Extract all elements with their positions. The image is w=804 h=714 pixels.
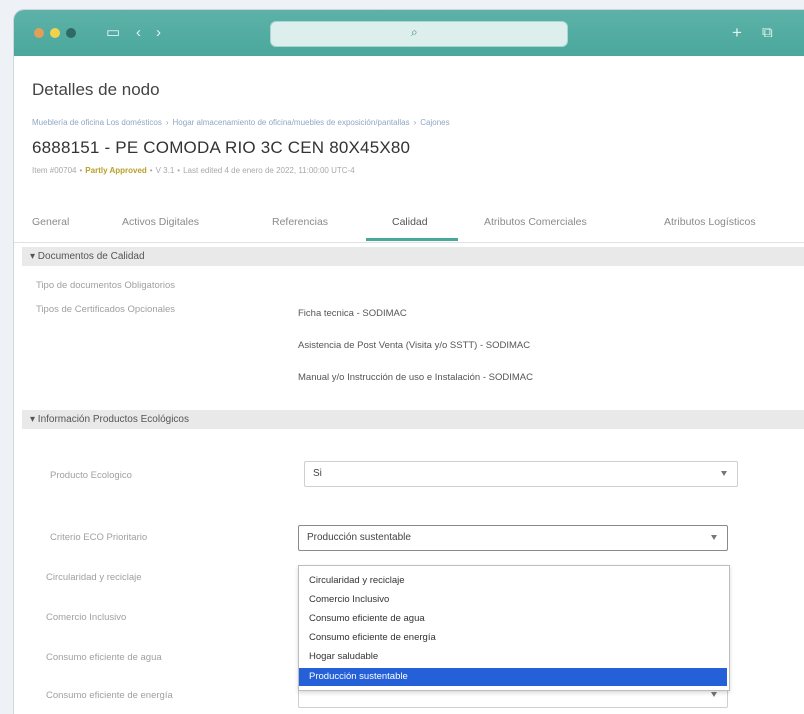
dropdown-option[interactable]: Hogar saludable [299, 648, 727, 666]
select-value: Si [313, 468, 322, 479]
search-icon: ⌕ [411, 25, 418, 39]
dropdown-option-selected[interactable]: Producción sustentable [299, 668, 727, 686]
tab-bar: General Activos Digitales Referencias Ca… [14, 196, 804, 243]
tab-referencias[interactable]: Referencias [272, 216, 328, 228]
row-label-energia: Consumo eficiente de energía [46, 690, 173, 701]
maximize-window-button[interactable] [66, 28, 76, 38]
caret-down-icon [711, 535, 717, 540]
row-label-comercio: Comercio Inclusivo [46, 612, 127, 623]
version-label: V 3.1 [155, 166, 175, 175]
active-tab-indicator [366, 238, 458, 241]
producto-ecologico-label: Producto Ecologico [50, 470, 132, 481]
tab-atributos-logisticos[interactable]: Atributos Logísticos [664, 216, 756, 228]
minimize-window-button[interactable] [50, 28, 60, 38]
breadcrumb-item[interactable]: Hogar almacenamiento de oficina/muebles … [173, 118, 410, 127]
copy-icon[interactable]: ⧉ [762, 24, 773, 42]
breadcrumb-item[interactable]: Cajones [420, 118, 449, 127]
row-label-agua: Consumo eficiente de agua [46, 652, 162, 663]
back-icon[interactable]: ‹ [136, 24, 141, 42]
product-title: 6888151 - PE COMODA RIO 3C CEN 80X45X80 [32, 138, 411, 157]
dropdown-option[interactable]: Consumo eficiente de energía [299, 629, 727, 647]
caret-down-icon [721, 471, 727, 476]
page-title: Detalles de nodo [32, 80, 160, 99]
mandatory-docs-label: Tipo de documentos Obligatorios [36, 280, 176, 291]
section-header-documentos[interactable]: ▾ Documentos de Calidad [22, 247, 804, 266]
producto-ecologico-select[interactable]: Si [304, 461, 738, 487]
address-bar[interactable]: ⌕ [270, 21, 568, 47]
section-header-eco[interactable]: ▾ Información Productos Ecológicos [22, 410, 804, 429]
dropdown-option[interactable]: Comercio Inclusivo [299, 591, 727, 609]
close-window-button[interactable] [34, 28, 44, 38]
plus-icon[interactable]: + [732, 24, 742, 42]
tab-general[interactable]: General [32, 216, 69, 228]
dropdown-option[interactable]: Circularidad y reciclaje [299, 572, 727, 590]
tab-calidad[interactable]: Calidad [392, 216, 428, 228]
criterio-eco-label: Criterio ECO Prioritario [50, 532, 148, 543]
caret-down-icon [711, 692, 717, 697]
criterio-eco-dropdown: Circularidad y reciclaje Comercio Inclus… [298, 565, 730, 691]
title-bar: ▭ ‹ › ⌕ + ⧉ [14, 10, 804, 56]
tab-activos-digitales[interactable]: Activos Digitales [122, 216, 199, 228]
sidebar-icon[interactable]: ▭ [106, 24, 120, 42]
breadcrumb: Mueblería de oficina Los domésticos › Hoga… [32, 118, 450, 127]
last-updated: Last edited 4 de enero de 2022, 11:00:00… [183, 166, 355, 175]
optional-cert-value: Asistencia de Post Venta (Visita y/o SST… [298, 340, 531, 351]
select-value: Producción sustentable [307, 532, 411, 543]
optional-certs-label: Tipos de Certificados Opcionales [36, 304, 176, 315]
optional-cert-value: Ficha tecnica - SODIMAC [298, 308, 407, 319]
breadcrumb-item[interactable]: Mueblería de oficina Los domésticos [32, 118, 162, 127]
status-badge: Partly Approved [85, 166, 147, 175]
dropdown-option[interactable]: Consumo eficiente de agua [299, 610, 727, 628]
item-code: Item #00704 [32, 166, 77, 175]
app-window: ▭ ‹ › ⌕ + ⧉ Detalles de nodo Mueblería d… [14, 10, 804, 714]
product-meta: Item #00704 • Partly Approved • V 3.1 • Last e… [32, 166, 355, 175]
criterio-eco-select[interactable]: Producción sustentable [298, 525, 728, 551]
optional-cert-value: Manual y/o Instrucción de uso e Instalac… [298, 372, 533, 383]
forward-icon[interactable]: › [156, 24, 161, 42]
tab-atributos-comerciales[interactable]: Atributos Comerciales [484, 216, 587, 228]
row-label-circularidad: Circularidad y reciclaje [46, 572, 142, 583]
